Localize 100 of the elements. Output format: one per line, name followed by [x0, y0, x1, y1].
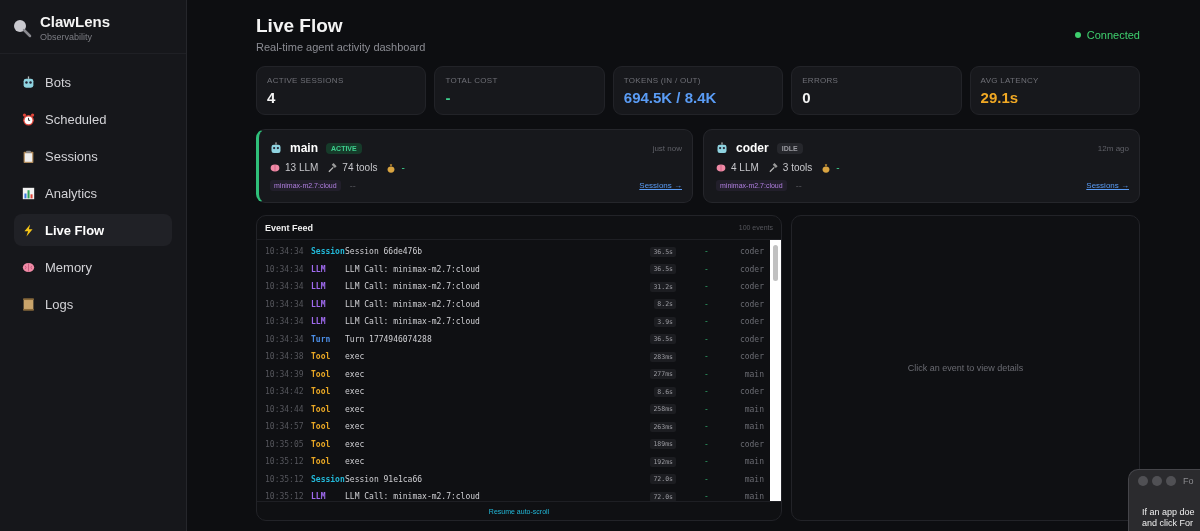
event-message: LLM Call: minimax-m2.7:cloud	[345, 282, 481, 292]
stat-label: AVG LATENCY	[980, 75, 1040, 85]
event-type: Tool	[311, 352, 332, 362]
page-title: Live Flow	[256, 15, 344, 37]
app-subtitle: Observability	[40, 32, 94, 42]
event-message: Turn 1774946074288	[345, 334, 433, 344]
panel-title: Event Feed	[265, 222, 313, 233]
event-message: Session 91e1ca66	[345, 474, 424, 484]
event-time: 10:34:38	[265, 352, 305, 362]
robot-icon	[270, 142, 282, 154]
sessions-link[interactable]: Sessions →	[639, 181, 682, 190]
event-type: Tool	[311, 457, 332, 467]
stat-value: 29.1s	[980, 88, 1020, 106]
event-agent: main	[743, 492, 764, 501]
nav-item[interactable]: Memory	[14, 251, 172, 283]
event-cost: -	[704, 352, 710, 362]
brain-icon	[716, 162, 726, 173]
event-type: Tool	[311, 404, 332, 414]
dialog-text: If an app doe	[1142, 507, 1196, 518]
sessions-link[interactable]: Sessions →	[1086, 181, 1129, 190]
event-agent: main	[743, 457, 764, 467]
event-type: Session	[311, 247, 345, 257]
empty-state-text: Click an event to view details	[907, 363, 1024, 373]
event-type: Tool	[311, 439, 332, 449]
app-title: ClawLens	[40, 13, 111, 30]
tool-count: 3 tools	[782, 162, 813, 173]
event-message: exec	[345, 369, 366, 379]
window-title: Fo	[1183, 476, 1194, 486]
page-subtitle: Real-time agent activity dashboard	[256, 41, 426, 53]
event-agent: coder	[738, 299, 764, 309]
stat-value: 694.5K / 8.4K	[623, 88, 718, 106]
event-time: 10:35:12	[265, 457, 305, 467]
event-agent: main	[743, 474, 764, 484]
nav-item[interactable]: Scheduled	[14, 103, 172, 135]
event-cost: -	[704, 457, 710, 467]
lightning-icon	[22, 223, 35, 237]
event-type: LLM	[311, 299, 327, 309]
event-cost: -	[704, 334, 710, 344]
agent-detail: --	[349, 180, 356, 191]
event-type: LLM	[311, 492, 327, 501]
event-type: Tool	[311, 422, 332, 432]
event-agent: coder	[738, 352, 764, 362]
nav-item[interactable]: Logs	[14, 288, 172, 320]
stat-label: TOKENS (IN / OUT)	[623, 75, 702, 85]
agent-cost: -	[401, 162, 405, 173]
event-agent: main	[743, 369, 764, 379]
event-agent: coder	[738, 282, 764, 292]
event-time: 10:34:34	[265, 247, 305, 257]
event-cost: -	[704, 492, 710, 501]
event-type: Turn	[311, 334, 332, 344]
event-time: 10:34:34	[265, 264, 305, 274]
event-agent: coder	[738, 247, 764, 257]
event-cost: -	[704, 422, 710, 432]
stat-label: TOTAL COST	[445, 75, 499, 85]
event-message: LLM Call: minimax-m2.7:cloud	[345, 264, 481, 274]
event-time: 10:35:12	[265, 474, 305, 484]
event-time: 10:34:34	[265, 282, 305, 292]
event-type: LLM	[311, 264, 327, 274]
nav-item[interactable]: Analytics	[14, 177, 172, 209]
money-bag-icon	[386, 162, 397, 173]
magnifier-icon	[12, 17, 32, 38]
nav-item[interactable]: Live Flow	[14, 214, 172, 246]
agent-cost: -	[836, 162, 840, 173]
event-message: exec	[345, 387, 366, 397]
event-agent: coder	[738, 264, 764, 274]
stat-label: ACTIVE SESSIONS	[267, 75, 345, 85]
event-message: LLM Call: minimax-m2.7:cloud	[345, 299, 481, 309]
scrollbar[interactable]	[770, 240, 781, 501]
event-time: 10:35:05	[265, 439, 305, 449]
event-message: LLM Call: minimax-m2.7:cloud	[345, 317, 481, 327]
event-cost: -	[704, 317, 710, 327]
llm-count: 4 LLM	[731, 162, 759, 173]
nav-item[interactable]: Sessions	[14, 140, 172, 172]
event-cost: -	[704, 404, 710, 414]
bar-chart-icon	[22, 186, 35, 200]
stat-label: ERRORS	[802, 75, 840, 85]
event-cost: -	[704, 387, 710, 397]
event-agent: coder	[738, 439, 764, 449]
last-active-time: 12m ago	[1097, 143, 1129, 153]
event-agent: main	[743, 404, 764, 414]
agent-detail: --	[795, 180, 802, 191]
agent-name: coder	[736, 141, 769, 155]
event-cost: -	[704, 264, 710, 274]
nav-item[interactable]: Bots	[14, 66, 172, 98]
event-time: 10:34:44	[265, 404, 305, 414]
event-message: exec	[345, 439, 366, 449]
agent-name: main	[290, 141, 318, 155]
window-controls-icon	[1138, 476, 1176, 486]
event-cost: -	[704, 282, 710, 292]
event-message: exec	[345, 352, 366, 362]
event-type: Tool	[311, 387, 332, 397]
event-agent: coder	[738, 334, 764, 344]
event-time: 10:34:34	[265, 299, 305, 309]
event-agent: main	[743, 422, 764, 432]
event-type: Tool	[311, 369, 332, 379]
event-time: 10:34:42	[265, 387, 305, 397]
stat-value: 4	[267, 88, 277, 106]
brain-icon	[22, 260, 35, 274]
event-cost: -	[704, 299, 710, 309]
event-type: Session	[311, 474, 345, 484]
